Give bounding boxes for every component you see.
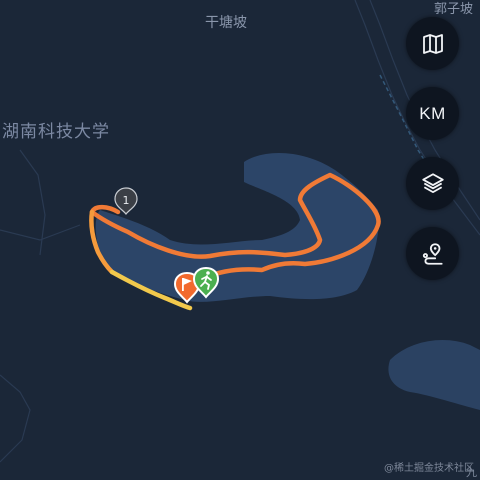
unit-toggle-button[interactable]: KM bbox=[406, 87, 459, 140]
map-type-button[interactable] bbox=[406, 17, 459, 70]
unit-label: KM bbox=[419, 103, 446, 123]
layers-button[interactable] bbox=[406, 157, 459, 210]
map-view[interactable]: 1 干塘坡 郭子坡 湖南科技大学 在建 九 bbox=[0, 0, 480, 480]
route-button[interactable] bbox=[406, 227, 459, 280]
route-icon bbox=[422, 242, 443, 265]
place-label-university: 湖南科技大学 bbox=[2, 122, 110, 142]
pond-water bbox=[388, 340, 480, 410]
map-icon bbox=[422, 33, 443, 54]
road-lines bbox=[0, 0, 480, 463]
watermark: @稀土掘金技术社区 bbox=[384, 463, 474, 474]
km-split-label: 1 bbox=[123, 194, 130, 207]
lake-water bbox=[95, 152, 379, 302]
map-canvas[interactable]: 1 bbox=[0, 0, 480, 480]
place-label-top-right: 郭子坡 bbox=[434, 2, 474, 17]
layers-icon bbox=[421, 172, 444, 193]
place-label-top: 干塘坡 bbox=[205, 15, 247, 31]
